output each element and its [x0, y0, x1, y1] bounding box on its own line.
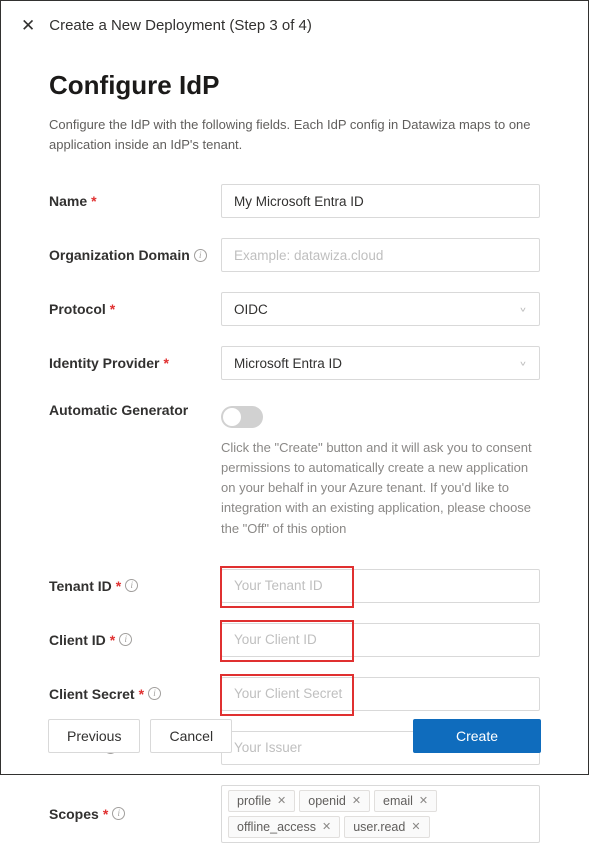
client-secret-label: Client Secret* i — [49, 686, 221, 702]
chevron-down-icon: ∨ — [519, 305, 527, 313]
protocol-select[interactable]: OIDC ∨ — [221, 292, 540, 326]
tenant-id-input[interactable] — [221, 569, 540, 603]
remove-scope-icon[interactable]: ✕ — [322, 820, 331, 833]
scopes-label: Scopes* i — [49, 806, 221, 822]
scope-tag: openid✕ — [299, 790, 370, 812]
client-id-label: Client ID* i — [49, 632, 221, 648]
protocol-label: Protocol* — [49, 301, 221, 317]
name-label: Name* — [49, 193, 221, 209]
remove-scope-icon[interactable]: ✕ — [277, 794, 286, 807]
previous-button[interactable]: Previous — [48, 719, 140, 753]
info-icon: i — [119, 633, 132, 646]
cancel-button[interactable]: Cancel — [150, 719, 232, 753]
page-description: Configure the IdP with the following fie… — [49, 115, 540, 154]
close-icon[interactable]: ✕ — [21, 17, 35, 34]
scope-tag: offline_access✕ — [228, 816, 340, 838]
remove-scope-icon[interactable]: ✕ — [419, 794, 428, 807]
org-domain-input[interactable] — [221, 238, 540, 272]
info-icon: i — [148, 687, 161, 700]
idp-label: Identity Provider* — [49, 355, 221, 371]
idp-select[interactable]: Microsoft Entra ID ∨ — [221, 346, 540, 380]
info-icon: i — [125, 579, 138, 592]
scopes-input[interactable]: profile✕openid✕email✕ offline_access✕user… — [221, 785, 540, 843]
page-title: Configure IdP — [49, 70, 540, 101]
client-secret-input[interactable] — [221, 677, 540, 711]
scope-tag: profile✕ — [228, 790, 295, 812]
scope-tag: user.read✕ — [344, 816, 429, 838]
dialog-title: Create a New Deployment (Step 3 of 4) — [49, 17, 312, 34]
info-icon: i — [194, 249, 207, 262]
auto-gen-label: Automatic Generator — [49, 400, 221, 418]
org-domain-label: Organization Domain i — [49, 247, 221, 263]
create-button[interactable]: Create — [413, 719, 541, 753]
remove-scope-icon[interactable]: ✕ — [411, 820, 420, 833]
auto-gen-toggle[interactable] — [221, 406, 263, 428]
info-icon: i — [112, 807, 125, 820]
chevron-down-icon: ∨ — [519, 359, 527, 367]
tenant-id-label: Tenant ID* i — [49, 578, 221, 594]
scope-tag: email✕ — [374, 790, 437, 812]
name-input[interactable] — [221, 184, 540, 218]
client-id-input[interactable] — [221, 623, 540, 657]
auto-gen-hint: Click the "Create" button and it will as… — [221, 438, 540, 539]
remove-scope-icon[interactable]: ✕ — [352, 794, 361, 807]
